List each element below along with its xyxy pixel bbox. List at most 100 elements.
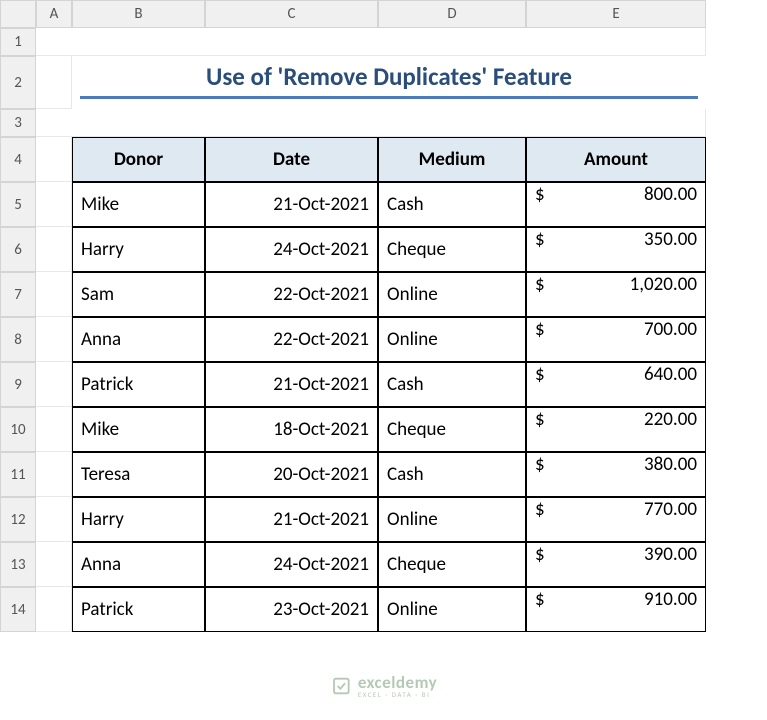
watermark-subtitle: EXCEL · DATA · BI bbox=[358, 691, 437, 698]
row-header-9[interactable]: 9 bbox=[0, 362, 36, 407]
table-row[interactable]: $350.00 bbox=[526, 227, 706, 272]
table-row[interactable]: Online bbox=[378, 317, 526, 362]
table-row[interactable]: 20-Oct-2021 bbox=[205, 452, 378, 497]
table-row[interactable]: Cash bbox=[378, 452, 526, 497]
currency-symbol: $ bbox=[535, 318, 545, 361]
table-row[interactable]: Mike bbox=[72, 407, 205, 452]
table-row[interactable]: Patrick bbox=[72, 362, 205, 407]
cell[interactable] bbox=[36, 272, 72, 317]
table-row[interactable]: Online bbox=[378, 272, 526, 317]
row-header-10[interactable]: 10 bbox=[0, 407, 36, 452]
currency-symbol: $ bbox=[535, 228, 545, 271]
table-row[interactable]: Patrick bbox=[72, 587, 205, 632]
cell[interactable] bbox=[36, 407, 72, 452]
currency-symbol: $ bbox=[535, 498, 545, 541]
amount-value: 800.00 bbox=[644, 183, 697, 226]
cell[interactable] bbox=[36, 452, 72, 497]
logo-icon bbox=[330, 675, 352, 697]
amount-value: 910.00 bbox=[644, 588, 697, 631]
table-row[interactable]: $770.00 bbox=[526, 497, 706, 542]
row-header-2[interactable]: 2 bbox=[0, 56, 36, 109]
table-row[interactable]: Mike bbox=[72, 182, 205, 227]
table-row[interactable]: Online bbox=[378, 497, 526, 542]
table-row[interactable]: $700.00 bbox=[526, 317, 706, 362]
row-header-11[interactable]: 11 bbox=[0, 452, 36, 497]
amount-value: 700.00 bbox=[644, 318, 697, 361]
table-header-amount[interactable]: Amount bbox=[526, 137, 706, 182]
row-header-6[interactable]: 6 bbox=[0, 227, 36, 272]
col-header-d[interactable]: D bbox=[378, 0, 526, 28]
table-row[interactable]: 24-Oct-2021 bbox=[205, 542, 378, 587]
table-row[interactable]: $800.00 bbox=[526, 182, 706, 227]
row-header-1[interactable]: 1 bbox=[0, 28, 36, 56]
cell[interactable] bbox=[36, 542, 72, 587]
table-row[interactable]: $380.00 bbox=[526, 452, 706, 497]
currency-symbol: $ bbox=[535, 453, 545, 496]
row-header-8[interactable]: 8 bbox=[0, 317, 36, 362]
table-row[interactable]: $640.00 bbox=[526, 362, 706, 407]
table-row[interactable]: 21-Oct-2021 bbox=[205, 182, 378, 227]
table-row[interactable]: $910.00 bbox=[526, 587, 706, 632]
table-row[interactable]: 18-Oct-2021 bbox=[205, 407, 378, 452]
row-header-14[interactable]: 14 bbox=[0, 587, 36, 632]
cell[interactable] bbox=[36, 362, 72, 407]
row-header-12[interactable]: 12 bbox=[0, 497, 36, 542]
row-header-13[interactable]: 13 bbox=[0, 542, 36, 587]
cell[interactable] bbox=[36, 28, 706, 56]
spreadsheet-grid: A B C D E 1 2 Use of 'Remove Duplicates'… bbox=[0, 0, 767, 632]
table-row[interactable]: Sam bbox=[72, 272, 205, 317]
table-header-donor[interactable]: Donor bbox=[72, 137, 205, 182]
col-header-e[interactable]: E bbox=[526, 0, 706, 28]
currency-symbol: $ bbox=[535, 543, 545, 586]
cell[interactable] bbox=[36, 182, 72, 227]
table-row[interactable]: Cheque bbox=[378, 542, 526, 587]
row-header-5[interactable]: 5 bbox=[0, 182, 36, 227]
currency-symbol: $ bbox=[535, 588, 545, 631]
table-row[interactable]: Cash bbox=[378, 182, 526, 227]
table-row[interactable]: 21-Oct-2021 bbox=[205, 362, 378, 407]
table-header-date[interactable]: Date bbox=[205, 137, 378, 182]
amount-value: 1,020.00 bbox=[630, 273, 697, 316]
table-row[interactable]: Harry bbox=[72, 497, 205, 542]
table-row[interactable]: $1,020.00 bbox=[526, 272, 706, 317]
table-row[interactable]: 22-Oct-2021 bbox=[205, 317, 378, 362]
row-header-4[interactable]: 4 bbox=[0, 137, 36, 182]
row-header-3[interactable]: 3 bbox=[0, 109, 36, 137]
table-row[interactable]: Anna bbox=[72, 542, 205, 587]
table-header-medium[interactable]: Medium bbox=[378, 137, 526, 182]
table-row[interactable]: 21-Oct-2021 bbox=[205, 497, 378, 542]
table-row[interactable]: Cash bbox=[378, 362, 526, 407]
cell[interactable] bbox=[36, 109, 706, 137]
amount-value: 640.00 bbox=[644, 363, 697, 406]
col-header-b[interactable]: B bbox=[72, 0, 205, 28]
currency-symbol: $ bbox=[535, 408, 545, 451]
col-header-c[interactable]: C bbox=[205, 0, 378, 28]
table-row[interactable]: 22-Oct-2021 bbox=[205, 272, 378, 317]
amount-value: 390.00 bbox=[644, 543, 697, 586]
page-title[interactable]: Use of 'Remove Duplicates' Feature bbox=[80, 56, 698, 99]
col-header-a[interactable]: A bbox=[36, 0, 72, 28]
cell[interactable] bbox=[36, 137, 72, 182]
amount-value: 380.00 bbox=[644, 453, 697, 496]
table-row[interactable]: $390.00 bbox=[526, 542, 706, 587]
watermark-name: exceldemy bbox=[358, 674, 437, 691]
currency-symbol: $ bbox=[535, 363, 545, 406]
cell[interactable] bbox=[36, 497, 72, 542]
table-row[interactable]: Online bbox=[378, 587, 526, 632]
table-row[interactable]: 23-Oct-2021 bbox=[205, 587, 378, 632]
currency-symbol: $ bbox=[535, 183, 545, 226]
table-row[interactable]: $220.00 bbox=[526, 407, 706, 452]
table-row[interactable]: Harry bbox=[72, 227, 205, 272]
cell[interactable] bbox=[36, 227, 72, 272]
amount-value: 220.00 bbox=[644, 408, 697, 451]
table-row[interactable]: 24-Oct-2021 bbox=[205, 227, 378, 272]
table-row[interactable]: Cheque bbox=[378, 227, 526, 272]
row-header-7[interactable]: 7 bbox=[0, 272, 36, 317]
cell[interactable] bbox=[36, 587, 72, 632]
cell[interactable] bbox=[36, 56, 72, 109]
table-row[interactable]: Teresa bbox=[72, 452, 205, 497]
cell[interactable] bbox=[36, 317, 72, 362]
table-row[interactable]: Anna bbox=[72, 317, 205, 362]
table-row[interactable]: Cheque bbox=[378, 407, 526, 452]
corner-cell[interactable] bbox=[0, 0, 36, 28]
